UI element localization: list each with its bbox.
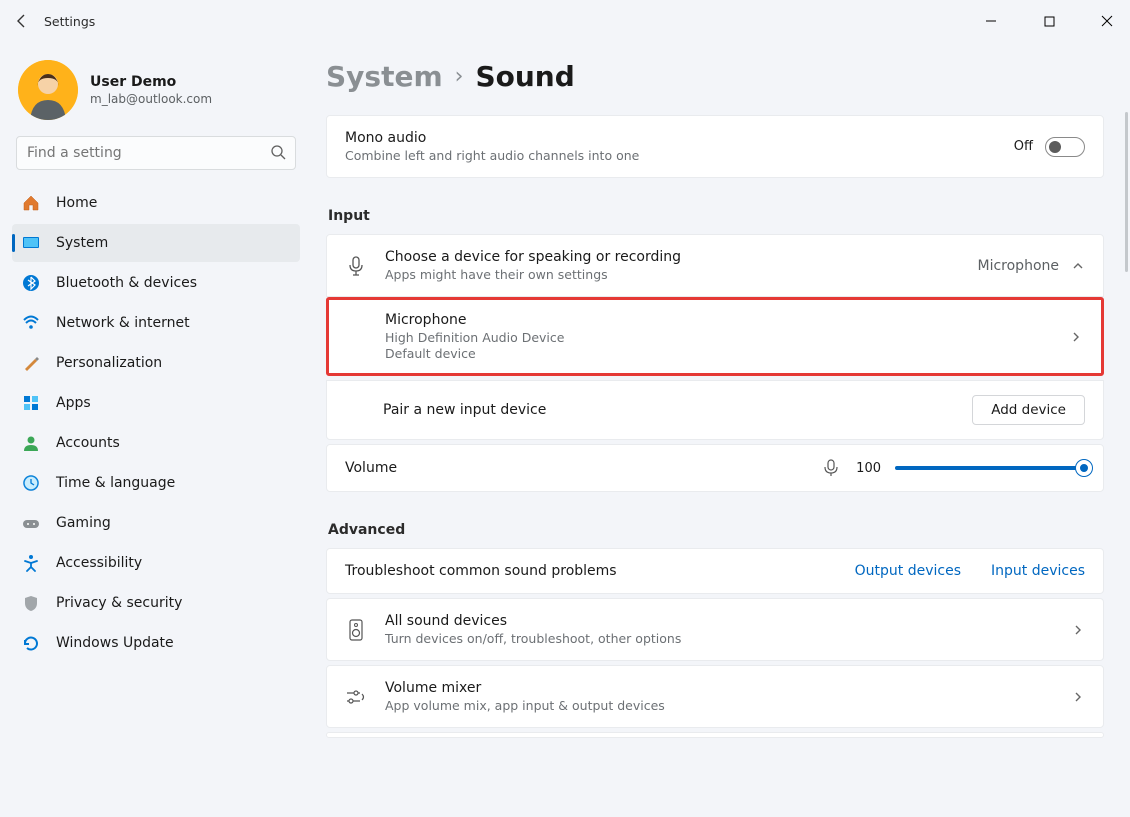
nav-label: Network & internet: [56, 315, 190, 331]
nav-label: Windows Update: [56, 635, 174, 651]
mixer-subtitle: App volume mix, app input & output devic…: [385, 698, 1053, 713]
microphone-line1: High Definition Audio Device: [385, 330, 1051, 345]
choose-device-subtitle: Apps might have their own settings: [385, 267, 960, 282]
mixer-icon: [345, 688, 367, 706]
volume-slider-thumb[interactable]: [1076, 460, 1092, 476]
troubleshoot-card: Troubleshoot common sound problems Outpu…: [326, 548, 1104, 594]
output-devices-link[interactable]: Output devices: [855, 563, 961, 579]
gaming-icon: [22, 514, 40, 532]
nav-home[interactable]: Home: [12, 184, 300, 222]
speaker-icon: [345, 619, 367, 641]
nav-label: Privacy & security: [56, 595, 182, 611]
microphone-title: Microphone: [385, 312, 1051, 328]
scrollbar[interactable]: [1125, 112, 1128, 272]
search-icon: [270, 144, 286, 160]
nav-network[interactable]: Network & internet: [12, 304, 300, 342]
bluetooth-icon: [22, 274, 40, 292]
chevron-right-icon: ›: [455, 64, 464, 89]
nav-label: System: [56, 235, 108, 251]
main-content: System › Sound Mono audio Combine left a…: [312, 42, 1130, 817]
chevron-right-icon[interactable]: [1071, 690, 1085, 704]
back-button[interactable]: [12, 11, 32, 31]
pair-device-title: Pair a new input device: [383, 402, 954, 418]
mono-audio-card[interactable]: Mono audio Combine left and right audio …: [326, 115, 1104, 178]
add-device-button[interactable]: Add device: [972, 395, 1085, 425]
microphone-icon: [345, 256, 367, 276]
chevron-right-icon[interactable]: [1071, 623, 1085, 637]
avatar: [18, 60, 78, 120]
mixer-title: Volume mixer: [385, 680, 1053, 696]
volume-title: Volume: [345, 460, 805, 476]
network-icon: [22, 314, 40, 332]
breadcrumb: System › Sound: [326, 60, 1104, 93]
accounts-icon: [22, 434, 40, 452]
update-icon: [22, 634, 40, 652]
input-section-label: Input: [328, 208, 1104, 224]
chevron-up-icon[interactable]: [1071, 259, 1085, 273]
advanced-section-label: Advanced: [328, 522, 1104, 538]
mono-audio-subtitle: Combine left and right audio channels in…: [345, 148, 996, 163]
titlebar: Settings: [0, 0, 1130, 42]
microphone-device-card[interactable]: Microphone High Definition Audio Device …: [326, 297, 1104, 376]
breadcrumb-current: Sound: [475, 60, 574, 93]
nav-update[interactable]: Windows Update: [12, 624, 300, 662]
choose-device-card[interactable]: Choose a device for speaking or recordin…: [326, 234, 1104, 297]
window-title: Settings: [44, 14, 95, 29]
nav-accounts[interactable]: Accounts: [12, 424, 300, 462]
input-devices-link[interactable]: Input devices: [991, 563, 1085, 579]
search-box[interactable]: [16, 136, 296, 170]
account-email: m_lab@outlook.com: [90, 92, 212, 106]
sidebar: User Demo m_lab@outlook.com Home System: [0, 42, 312, 817]
nav-system[interactable]: System: [12, 224, 300, 262]
nav-gaming[interactable]: Gaming: [12, 504, 300, 542]
account-name: User Demo: [90, 74, 212, 90]
mono-audio-state: Off: [1014, 139, 1033, 154]
volume-mixer-card[interactable]: Volume mixer App volume mix, app input &…: [326, 665, 1104, 728]
microphone-icon[interactable]: [823, 459, 839, 477]
volume-value: 100: [853, 461, 881, 476]
nav-label: Bluetooth & devices: [56, 275, 197, 291]
system-icon: [22, 234, 40, 252]
close-button[interactable]: [1084, 5, 1130, 37]
nav-label: Accessibility: [56, 555, 142, 571]
personalization-icon: [22, 354, 40, 372]
partial-card: [326, 732, 1104, 738]
nav-list: Home System Bluetooth & devices Network …: [12, 184, 300, 662]
mono-audio-toggle[interactable]: [1045, 137, 1085, 157]
nav-label: Apps: [56, 395, 91, 411]
mono-audio-title: Mono audio: [345, 130, 996, 146]
nav-label: Time & language: [56, 475, 175, 491]
troubleshoot-title: Troubleshoot common sound problems: [345, 563, 837, 579]
all-sound-title: All sound devices: [385, 613, 1053, 629]
time-icon: [22, 474, 40, 492]
nav-label: Personalization: [56, 355, 162, 371]
choose-device-title: Choose a device for speaking or recordin…: [385, 249, 960, 265]
privacy-icon: [22, 594, 40, 612]
volume-card: Volume 100: [326, 444, 1104, 492]
microphone-line2: Default device: [385, 346, 1051, 361]
chevron-right-icon[interactable]: [1069, 330, 1083, 344]
nav-apps[interactable]: Apps: [12, 384, 300, 422]
nav-personalization[interactable]: Personalization: [12, 344, 300, 382]
home-icon: [22, 194, 40, 212]
pair-device-card: Pair a new input device Add device: [326, 380, 1104, 440]
all-sound-devices-card[interactable]: All sound devices Turn devices on/off, t…: [326, 598, 1104, 661]
apps-icon: [22, 394, 40, 412]
minimize-button[interactable]: [968, 5, 1014, 37]
search-input[interactable]: [16, 136, 296, 170]
nav-bluetooth[interactable]: Bluetooth & devices: [12, 264, 300, 302]
accessibility-icon: [22, 554, 40, 572]
breadcrumb-parent[interactable]: System: [326, 60, 443, 93]
all-sound-subtitle: Turn devices on/off, troubleshoot, other…: [385, 631, 1053, 646]
choose-device-selected: Microphone: [978, 258, 1060, 274]
nav-accessibility[interactable]: Accessibility: [12, 544, 300, 582]
nav-label: Home: [56, 195, 97, 211]
account-block[interactable]: User Demo m_lab@outlook.com: [12, 54, 300, 132]
nav-time[interactable]: Time & language: [12, 464, 300, 502]
nav-privacy[interactable]: Privacy & security: [12, 584, 300, 622]
maximize-button[interactable]: [1026, 5, 1072, 37]
volume-slider[interactable]: [895, 466, 1085, 470]
nav-label: Gaming: [56, 515, 111, 531]
nav-label: Accounts: [56, 435, 120, 451]
